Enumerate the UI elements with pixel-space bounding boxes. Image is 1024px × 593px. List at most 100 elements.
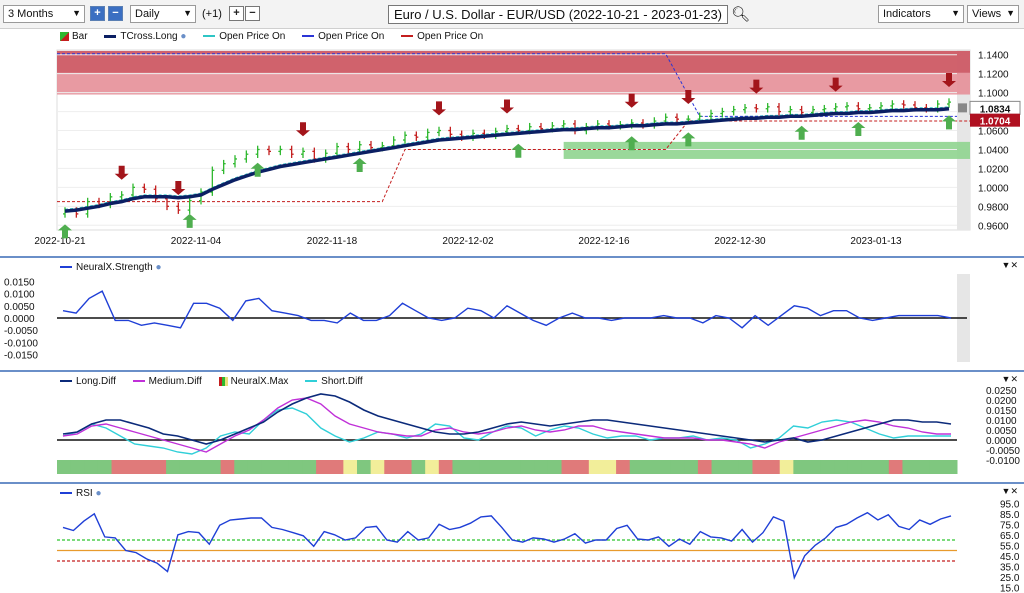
indicators-menu[interactable]: Indicators ▼	[878, 5, 964, 23]
neuralx-max-cell	[670, 460, 685, 474]
neuralx-max-cell	[643, 460, 658, 474]
green-zone	[563, 141, 970, 159]
y-tick-label: 0.0150	[4, 277, 35, 288]
neuralx-max-cell	[943, 460, 958, 474]
neuralx-max-cell	[766, 460, 781, 474]
zoom-in-button[interactable]: +	[90, 6, 105, 21]
neuralx-max-cell	[438, 460, 453, 474]
x-tick-label: 2022-12-16	[578, 236, 630, 247]
x-tick-label: 2022-12-30	[714, 236, 766, 247]
neuralx-max-cell	[452, 460, 467, 474]
neuralx-max-cell	[97, 460, 113, 474]
y-tick-label: 65.0	[1000, 531, 1020, 542]
indicators-label: Indicators	[883, 8, 931, 20]
neuralx-max-cell	[261, 460, 276, 474]
chevron-down-icon: ▼	[72, 8, 81, 18]
neuralx-max-cell	[329, 460, 344, 474]
y-tick-label: 85.0	[1000, 510, 1020, 521]
y-tick-label: 1.1200	[978, 70, 1009, 81]
neuralx-max-cell	[752, 460, 767, 474]
rsi-line	[62, 511, 952, 581]
chevron-down-icon: ▼	[1006, 8, 1015, 18]
diff-pane: Long.Diff Medium.Diff NeuralX.Max Short.…	[0, 372, 1024, 482]
price-chart[interactable]: 1.14001.12001.10001.08001.06001.04001.02…	[0, 28, 1024, 256]
neuralx-max-cell	[779, 460, 794, 474]
price-pane: Bar TCross.Long ● Open Price On Open Pri…	[0, 28, 1024, 256]
neuralx-max-cell	[179, 460, 194, 474]
neuralx-max-cell	[847, 460, 863, 474]
chevron-down-icon: ▼	[183, 8, 192, 18]
toolbar: 3 Months ▼ + − Daily ▼ (+1) + − Euro / U…	[0, 0, 1024, 29]
neuralx-max-cell	[70, 460, 85, 474]
y-tick-label: 25.0	[1000, 573, 1020, 584]
neuralx-max-cell	[220, 460, 235, 474]
chevron-down-icon: ▼	[951, 8, 960, 18]
search-icon[interactable]: 🔍︎	[731, 5, 750, 23]
zoom-out-button[interactable]: −	[108, 6, 123, 21]
neuralx-max-cell	[138, 460, 153, 474]
y-tick-label: 1.1400	[978, 51, 1009, 62]
neuralx-max-cell	[711, 460, 726, 474]
strength-pane: NeuralX.Strength ● ▼✕ 0.0150 0.0100 0.0050…	[0, 258, 1024, 370]
neuralx-max-cell	[834, 460, 849, 474]
y-tick-label: 95.0	[1000, 499, 1020, 510]
neuralx-max-cell	[84, 460, 99, 474]
last-price-marker	[958, 103, 967, 113]
y-tick-label: 15.0	[1000, 583, 1020, 593]
neuralx-max-cell	[493, 460, 508, 474]
neuralx-max-cell	[275, 460, 290, 474]
period-select[interactable]: 3 Months ▼	[3, 5, 85, 23]
y-tick-label: 0.0000	[4, 314, 35, 325]
neuralx-max-cell	[166, 460, 181, 474]
neuralx-max-cell	[193, 460, 208, 474]
neuralx-max-cell	[629, 460, 644, 474]
medium-diff-line	[62, 397, 951, 453]
symbol-title-field[interactable]: Euro / U.S. Dollar - EUR/USD (2022-10-21…	[388, 5, 728, 24]
long-diff-line	[62, 393, 952, 445]
neuralx-max-cell	[520, 460, 535, 474]
neuralx-max-cell	[916, 460, 931, 474]
period-value: 3 Months	[8, 8, 54, 20]
tcross-price-label: 1.0704	[980, 117, 1011, 128]
neuralx-max-cell	[343, 460, 358, 474]
symbol-title: Euro / U.S. Dollar - EUR/USD (2022-10-21…	[393, 7, 723, 22]
y-tick-label: 45.0	[1000, 552, 1020, 563]
y-tick-label: 0.0050	[4, 302, 35, 313]
neuralx-max-cell	[575, 460, 590, 474]
interval-select[interactable]: Daily ▼	[130, 5, 196, 23]
x-tick-label: 2022-12-02	[442, 236, 494, 247]
neuralx-max-cell	[929, 460, 944, 474]
interval-value: Daily	[135, 8, 160, 20]
y-tick-label: -0.0150	[4, 351, 38, 362]
views-label: Views	[972, 8, 1002, 20]
x-tick-label: 2022-11-04	[171, 236, 222, 247]
neuralx-max-cell	[234, 460, 249, 474]
neuralx-max-cell	[534, 460, 549, 474]
diff-chart[interactable]: 0.02500.02000.01500.01000.00500.0000-0.0…	[0, 372, 1024, 482]
neuralx-max-cell	[507, 460, 522, 474]
neuralx-max-cell	[316, 460, 331, 474]
strength-chart[interactable]: 0.0150 0.01000.00500.0000-0.0050-0.0100 -0…	[0, 258, 1024, 370]
y-tick-label: 75.0	[1000, 520, 1020, 531]
x-tick-label: 2023-01-13	[850, 236, 902, 247]
offset-plus-button[interactable]: +	[229, 6, 244, 21]
neuralx-max-cell	[152, 460, 167, 474]
neuralx-max-cell	[793, 460, 808, 474]
y-tick-label: 1.0600	[978, 127, 1009, 138]
neuralx-max-cell	[725, 460, 740, 474]
neuralx-max-cell	[357, 460, 372, 474]
neuralx-max-cell	[370, 460, 385, 474]
x-tick-label: 2022-10-21	[34, 236, 86, 247]
y-tick-label: 1.0400	[978, 145, 1009, 156]
neuralx-max-cell	[861, 460, 876, 474]
y-tick-label: 1.0000	[978, 183, 1009, 194]
offset-minus-button[interactable]: −	[245, 6, 260, 21]
neuralx-max-cell	[697, 460, 713, 474]
y-tick-label: 0.9800	[978, 202, 1009, 213]
neuralx-max-cell	[384, 460, 399, 474]
neuralx-max-cell	[588, 460, 603, 474]
neuralx-max-cell	[657, 460, 672, 474]
views-menu[interactable]: Views ▼	[967, 5, 1019, 23]
rsi-chart[interactable]: 95.085.075.065.055.045.035.025.015.0	[0, 484, 1024, 593]
strength-line	[62, 290, 952, 329]
